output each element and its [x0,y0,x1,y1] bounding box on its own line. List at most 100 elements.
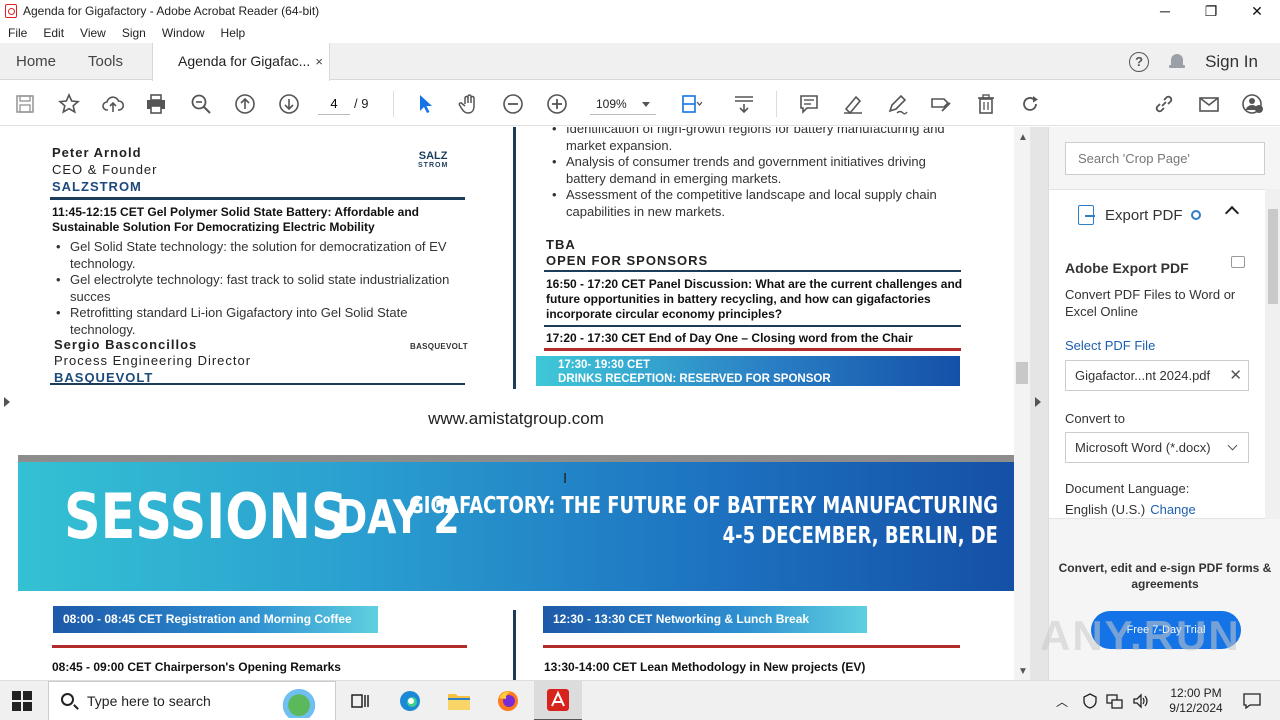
hand-tool-icon[interactable] [457,92,481,116]
acrobat-taskbar-icon[interactable] [534,681,582,720]
menu-view[interactable]: View [72,26,114,40]
notification-bell-icon[interactable] [1169,53,1186,71]
close-tab-icon[interactable]: × [315,43,323,80]
tab-home[interactable]: Home [16,43,56,80]
collapse-right-panel-icon[interactable] [1035,397,1041,407]
close-window-button[interactable]: ✕ [1234,0,1280,22]
page-display-icon[interactable] [679,92,703,116]
divider-line [544,348,961,351]
export-pdf-header[interactable]: Export PDF [1077,204,1201,226]
share-user-icon[interactable] [1241,92,1265,116]
scroll-thumb[interactable] [1016,362,1028,384]
previous-page-icon[interactable] [233,92,257,116]
scroll-down-icon[interactable]: ▼ [1018,666,1028,677]
panel-scroll-thumb[interactable] [1268,209,1278,304]
menu-file[interactable]: File [0,26,35,40]
divider-line [52,645,467,648]
select-cursor-icon[interactable] [413,92,437,116]
change-language-link[interactable]: Change [1150,502,1196,517]
divider-line [50,383,465,385]
tools-pane: Search 'Crop Page' Export PDF Adobe Expo… [1048,127,1280,680]
highlight-pen-icon[interactable] [841,92,865,116]
comment-icon[interactable] [797,92,821,116]
banner-tagline: GIGAFACTORY: THE FUTURE OF BATTERY MANUF… [409,493,998,519]
upload-cloud-icon[interactable] [101,92,125,116]
list-item: Gel electrolyte technology: fast track t… [52,272,462,305]
scroll-mode-icon[interactable] [732,92,756,116]
tab-document[interactable]: Agenda for Gigafac... × [152,43,330,81]
document-scrollbar[interactable]: ▲ ▼ [1014,127,1030,680]
next-page-icon[interactable] [277,92,301,116]
tools-search-input[interactable]: Search 'Crop Page' [1065,142,1265,175]
toolbar-divider [776,91,777,117]
expand-left-panel-icon[interactable] [4,397,10,407]
minimize-button[interactable]: ─ [1142,0,1188,22]
rotate-icon[interactable] [1018,92,1042,116]
zoom-in-icon[interactable] [545,92,569,116]
clock-date: 9/12/2024 [1169,701,1223,715]
drinks-reception-banner: 17:30- 19:30 CET DRINKS RECEPTION: RESER… [536,356,960,386]
menu-help[interactable]: Help [213,26,254,40]
edit-text-icon[interactable] [929,92,953,116]
left-panel-strip [0,127,18,680]
banner-date-location: 4-5 DECEMBER, BERLIN, DE [722,523,998,549]
network-icon[interactable] [1106,693,1124,709]
collapse-chevron-icon[interactable] [1224,205,1240,221]
drinks-time: 17:30- 19:30 CET [558,359,651,371]
info-dot-icon [1190,210,1201,220]
link-icon[interactable] [1152,92,1176,116]
email-icon[interactable] [1197,92,1221,116]
end-of-day-title: 17:20 - 17:30 CET End of Day One – Closi… [546,331,913,345]
zoom-level-select[interactable]: 109% [590,93,656,115]
promo-text: Convert, edit and e-sign PDF forms & agr… [1058,561,1272,591]
menu-sign[interactable]: Sign [114,26,154,40]
tab-tools[interactable]: Tools [88,43,123,80]
list-item: Gel Solid State technology: the solution… [52,239,462,272]
session-bullets: Gel Solid State technology: the solution… [52,239,462,338]
menu-window[interactable]: Window [154,26,213,40]
notifications-icon[interactable] [1242,692,1262,710]
firefox-icon[interactable] [484,681,532,720]
file-explorer-icon[interactable] [435,681,483,720]
security-shield-icon[interactable] [1082,693,1098,709]
volume-icon[interactable] [1132,693,1150,709]
edge-browser-icon[interactable] [386,681,434,720]
save-icon[interactable] [13,92,37,116]
page-number-input[interactable] [318,93,350,115]
scroll-up-icon[interactable]: ▲ [1018,132,1028,143]
print-icon[interactable] [144,92,168,116]
windows-start-icon[interactable] [12,691,32,711]
acrobat-app-icon [5,4,17,18]
list-item: Assessment of the competitive landscape … [548,187,968,220]
clock[interactable]: 12:00 PM 9/12/2024 [1156,686,1236,716]
taskbar-search-box[interactable]: Type here to search [48,681,336,720]
salzstrom-logo: SALZ STROM [418,151,448,171]
document-viewport[interactable]: Peter Arnold CEO & Founder SALZSTROM SAL… [0,127,1048,680]
panel-scrollbar[interactable] [1265,189,1280,519]
window-title: Agenda for Gigafactory - Adobe Acrobat R… [23,4,320,18]
chevron-up-icon[interactable]: ︿ [1056,693,1068,710]
export-description: Convert PDF Files to Word or Excel Onlin… [1065,287,1236,319]
clear-file-icon[interactable]: ✕ [1229,361,1242,390]
bookmark-star-icon[interactable] [57,92,81,116]
comment-bubble-icon[interactable] [1231,256,1245,268]
zoom-out-icon[interactable] [501,92,525,116]
document-language-value: English (U.S.) [1065,502,1146,517]
sign-in-button[interactable]: Sign In [1205,52,1258,72]
chevron-down-icon [1227,440,1238,451]
maximize-button[interactable]: ❐ [1188,0,1234,22]
task-view-icon[interactable] [336,681,384,720]
basquevolt-logo: BASQUEVOLT [410,342,468,351]
help-icon[interactable]: ? [1129,51,1150,72]
convert-format-value: Microsoft Word (*.docx) [1075,440,1211,455]
clock-time: 12:00 PM [1170,686,1222,700]
select-pdf-file-link[interactable]: Select PDF File [1065,338,1155,353]
menu-edit[interactable]: Edit [35,26,72,40]
delete-trash-icon[interactable] [974,92,998,116]
zoom-search-icon[interactable] [189,92,213,116]
draw-pencil-icon[interactable] [885,92,909,116]
convert-format-select[interactable]: Microsoft Word (*.docx) [1065,432,1249,463]
selected-file-field[interactable]: Gigafactor...nt 2024.pdf ✕ [1065,360,1249,391]
document-language-label: Document Language: [1065,481,1190,496]
taskbar-search-placeholder: Type here to search [87,693,211,709]
